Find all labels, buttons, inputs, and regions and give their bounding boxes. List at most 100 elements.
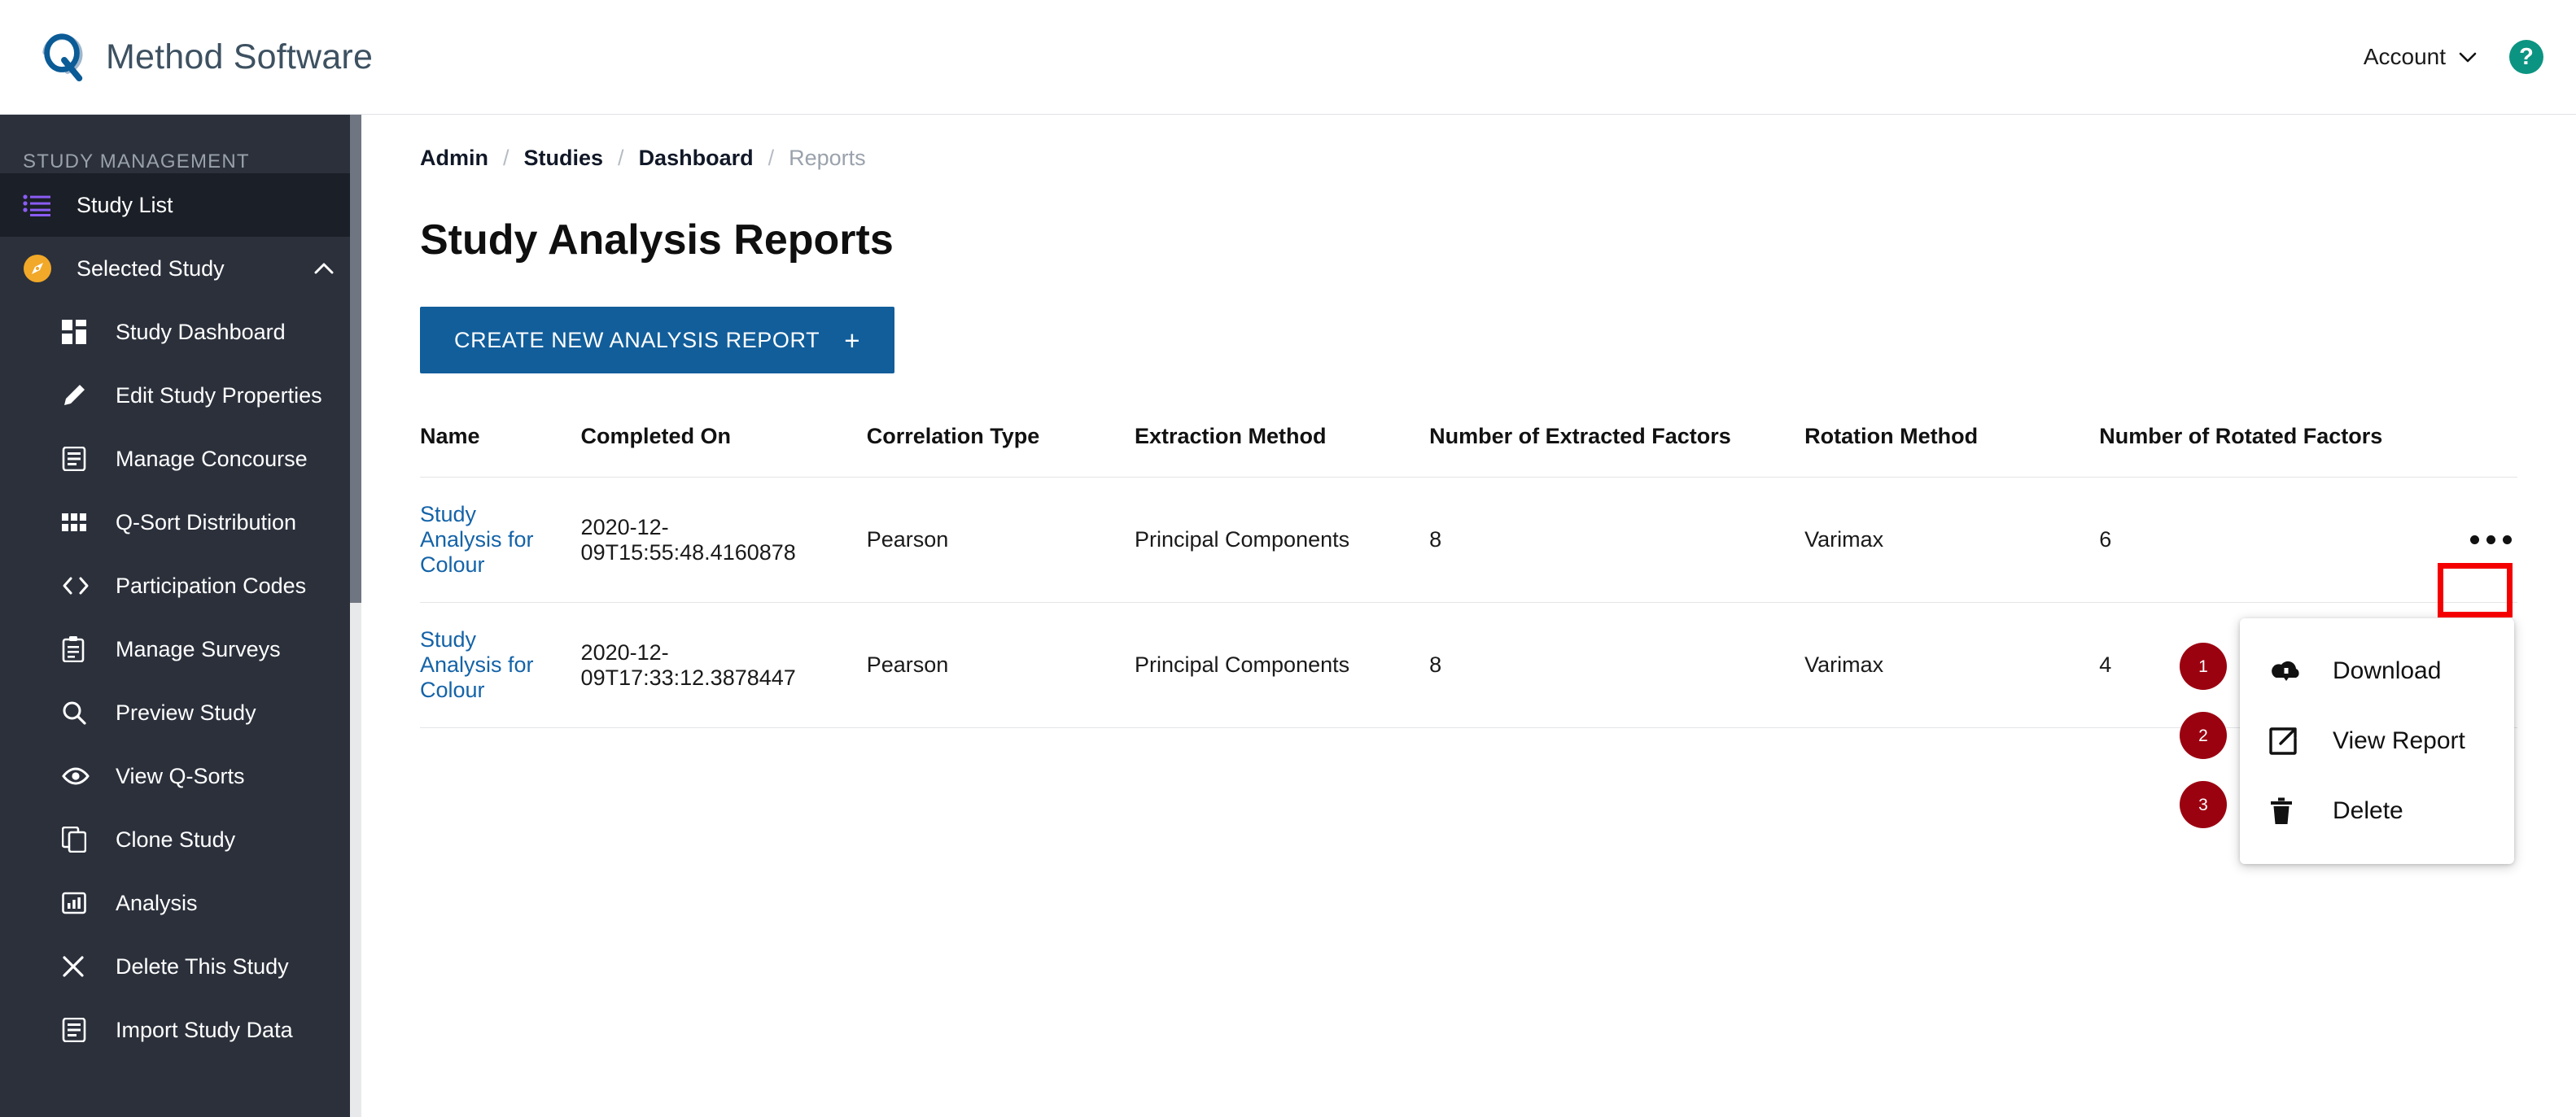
breadcrumb-current-reports: Reports <box>789 146 866 170</box>
help-circle-icon[interactable]: ? <box>2509 40 2543 74</box>
step-badge-1: 1 <box>2180 643 2227 690</box>
breadcrumb-item-admin[interactable]: Admin <box>420 146 488 171</box>
cell-completed-on: 2020-12-09T17:33:12.3878447 <box>580 602 867 728</box>
sidebar-item-label: Study List <box>77 192 173 217</box>
cell-rotation-method: Varimax <box>1804 477 2100 603</box>
sidebar-scrollbar-track[interactable] <box>350 115 361 1117</box>
create-button-label: CREATE NEW ANALYSIS REPORT <box>454 327 820 352</box>
report-name-link[interactable]: Study Analysis for Colour <box>420 502 534 577</box>
cell-extraction-method: Principal Components <box>1134 602 1430 728</box>
sidebar-item-manage-concourse[interactable]: Manage Concourse <box>0 427 361 491</box>
column-header-name: Name <box>420 424 480 448</box>
sidebar-item-q-sort-distribution[interactable]: Q-Sort Distribution <box>0 491 361 554</box>
breadcrumb-item-dashboard[interactable]: Dashboard <box>639 146 754 171</box>
plus-icon: + <box>844 325 861 356</box>
column-header-number-of-extracted-factors: Number of Extracted Factors <box>1429 424 1731 448</box>
q-logo-icon <box>42 33 83 82</box>
menu-item-label: Download <box>2333 657 2442 684</box>
table-row: Study Analysis for Colour 2020-12-09T15:… <box>420 477 2517 603</box>
sidebar-item-label: Participation Codes <box>116 573 307 598</box>
sidebar-item-label: Manage Concourse <box>116 446 308 471</box>
sidebar-item-manage-surveys[interactable]: Manage Surveys <box>0 617 361 681</box>
sidebar-item-preview-study[interactable]: Preview Study <box>0 681 361 744</box>
page-title: Study Analysis Reports <box>420 216 894 264</box>
eye-icon <box>62 767 99 785</box>
sidebar-item-participation-codes[interactable]: Participation Codes <box>0 554 361 617</box>
menu-item-delete[interactable]: Delete <box>2240 776 2514 846</box>
sidebar-item-import-study-data[interactable]: Import Study Data <box>0 998 361 1062</box>
copy-icon <box>62 827 99 853</box>
table-body: Study Analysis for Colour 2020-12-09T15:… <box>420 477 2517 728</box>
cell-rotation-method: Varimax <box>1804 602 2100 728</box>
code-icon <box>62 576 99 596</box>
sidebar-item-analysis[interactable]: Analysis <box>0 871 361 935</box>
sidebar-item-selected-study[interactable]: Selected Study <box>0 237 361 300</box>
column-header-rotation-method: Rotation Method <box>1804 424 1979 448</box>
sidebar-item-delete-this-study[interactable]: Delete This Study <box>0 935 361 998</box>
row-actions-dropdown-menu: Download View Report Delete <box>2240 618 2514 864</box>
menu-item-view-report[interactable]: View Report <box>2240 706 2514 776</box>
header-actions: Account ? <box>2364 40 2543 74</box>
menu-item-label: Delete <box>2333 797 2403 824</box>
sidebar-item-label: Analysis <box>116 890 198 915</box>
list-icon <box>23 194 60 216</box>
breadcrumb-item-studies[interactable]: Studies <box>524 146 604 171</box>
sidebar-item-label: Selected Study <box>77 255 225 281</box>
sidebar-scrollbar-thumb[interactable] <box>350 115 361 603</box>
grid-icon <box>62 513 99 531</box>
cell-correlation-type: Pearson <box>866 602 1135 728</box>
sidebar-item-label: Edit Study Properties <box>116 382 322 408</box>
sidebar-item-label: View Q-Sorts <box>116 763 245 788</box>
sidebar-item-label: Import Study Data <box>116 1017 293 1042</box>
breadcrumb: Admin / Studies / Dashboard / Reports <box>361 115 2576 171</box>
table-head: Name Completed On Correlation Type Extra… <box>420 424 2517 478</box>
sidebar-item-study-dashboard[interactable]: Study Dashboard <box>0 300 361 364</box>
column-header-extraction-method: Extraction Method <box>1134 424 1327 448</box>
cell-completed-on: 2020-12-09T15:55:48.4160878 <box>580 477 867 603</box>
help-label: ? <box>2519 43 2534 70</box>
cloud-download-icon <box>2269 658 2307 684</box>
trash-icon <box>2269 797 2307 825</box>
sidebar-item-label: Study Dashboard <box>116 319 286 344</box>
ellipsis-icon <box>2502 535 2512 544</box>
ellipsis-icon <box>2469 535 2479 544</box>
breadcrumb-separator: / <box>618 146 624 170</box>
chevron-down-icon <box>2459 52 2477 62</box>
column-header-completed-on: Completed On <box>580 424 732 448</box>
document-icon <box>62 447 99 471</box>
clipboard-icon <box>62 636 99 662</box>
menu-item-download[interactable]: Download <box>2240 636 2514 706</box>
report-name-link[interactable]: Study Analysis for Colour <box>420 627 534 702</box>
breadcrumb-separator: / <box>768 146 775 170</box>
sidebar-section-title: STUDY MANAGEMENT <box>23 151 250 172</box>
sidebar-item-edit-study-properties[interactable]: Edit Study Properties <box>0 364 361 427</box>
column-header-actions <box>2410 424 2517 478</box>
step-badge-2: 2 <box>2180 712 2227 759</box>
chart-icon <box>62 891 99 915</box>
sidebar-item-clone-study[interactable]: Clone Study <box>0 808 361 871</box>
sidebar-item-label: Delete This Study <box>116 953 289 979</box>
create-new-analysis-report-button[interactable]: CREATE NEW ANALYSIS REPORT + <box>420 307 895 373</box>
cell-extracted-factors: 8 <box>1429 602 1805 728</box>
column-header-number-of-rotated-factors: Number of Rotated Factors <box>2099 424 2383 448</box>
chevron-up-icon[interactable] <box>314 263 334 274</box>
brand-logo-area[interactable]: Method Software <box>37 32 373 82</box>
sidebar-item-label: Preview Study <box>116 700 256 725</box>
cell-extracted-factors: 8 <box>1429 477 1805 603</box>
ellipsis-icon <box>2486 535 2495 544</box>
sidebar-item-study-list[interactable]: Study List <box>0 173 361 237</box>
sidebar-item-label: Clone Study <box>116 827 236 852</box>
search-icon <box>62 700 99 725</box>
pencil-icon <box>62 383 99 408</box>
sidebar-item-label: Q-Sort Distribution <box>116 509 297 535</box>
sidebar-item-view-q-sorts[interactable]: View Q-Sorts <box>0 744 361 808</box>
brand-name: Method Software <box>106 37 374 76</box>
compass-icon <box>23 254 60 283</box>
dashboard-icon <box>62 320 99 344</box>
row-actions-ellipsis-button[interactable] <box>2464 519 2517 561</box>
account-menu-button[interactable]: Account <box>2364 44 2477 70</box>
top-header-bar: Method Software Account ? <box>0 0 2576 115</box>
cell-extraction-method: Principal Components <box>1134 477 1430 603</box>
sidebar: STUDY MANAGEMENT Study List Selected Stu… <box>0 115 361 1117</box>
cell-rotated-factors: 6 <box>2099 477 2411 603</box>
